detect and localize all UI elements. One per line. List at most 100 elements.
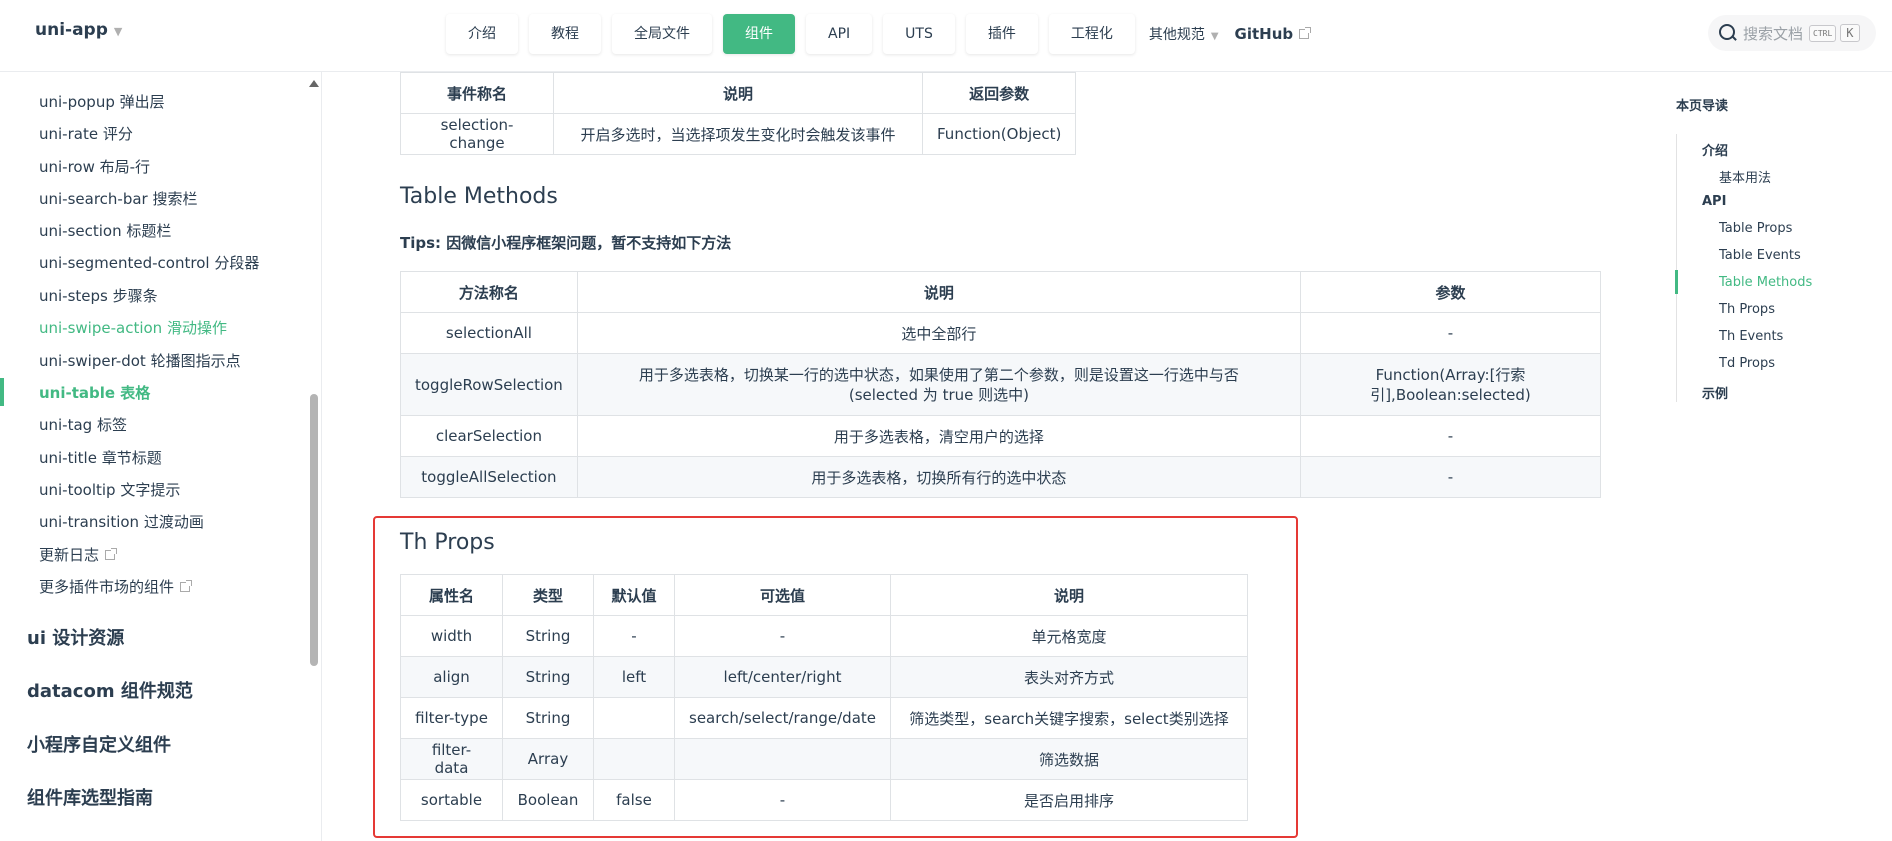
sidebar-item-uni-search-bar[interactable]: uni-search-bar 搜索栏 [39, 188, 197, 209]
table-cell: 用于多选表格，切换所有行的选中状态 [576, 456, 1302, 498]
table-cell: 开启多选时，当选择项发生变化时会触发该事件 [553, 113, 923, 155]
nav-item-intro[interactable]: 介绍 [446, 14, 518, 54]
section-heading-table-methods: Table Methods [400, 184, 558, 209]
table-header-row: 属性名 类型 默认值 可选值 说明 [400, 574, 1248, 616]
table-row: toggleAllSelection 用于多选表格，切换所有行的选中状态 - [400, 456, 1601, 498]
table-header-cell: 参数 [1300, 271, 1601, 313]
nav-item-global-files[interactable]: 全局文件 [612, 14, 712, 54]
nav-item-plugins[interactable]: 插件 [965, 14, 1038, 54]
kbd-ctrl: CTRL [1809, 24, 1837, 42]
nav-item-uts[interactable]: UTS [883, 14, 955, 54]
outline-item-th-props[interactable]: Th Props [1719, 302, 1775, 317]
table-header-cell: 说明 [890, 574, 1248, 616]
nav-item-api[interactable]: API [806, 14, 873, 54]
table-cell: - [674, 779, 891, 821]
sidebar-item-uni-swiper-dot[interactable]: uni-swiper-dot 轮播图指示点 [39, 350, 241, 371]
table-row: filter-type String search/select/range/d… [400, 697, 1248, 739]
table-cell: - [1300, 415, 1601, 457]
table-header-row: 方法称名 说明 参数 [400, 271, 1601, 313]
events-table: 事件称名 说明 返回参数 selection-change 开启多选时，当选择项… [400, 72, 1077, 155]
sidebar-item-uni-rate[interactable]: uni-rate 评分 [39, 123, 133, 144]
top-navbar: uni-app ▼ 介绍 教程 全局文件 组件 API UTS 插件 工程化 其他… [0, 0, 1892, 72]
table-cell [593, 697, 675, 739]
outline-item-td-props[interactable]: Td Props [1719, 356, 1775, 371]
nav-item-components[interactable]: 组件 [723, 14, 795, 54]
main-content: 事件称名 说明 返回参数 selection-change 开启多选时，当选择项… [322, 72, 1642, 841]
table-header-cell: 返回参数 [921, 72, 1077, 114]
nav-item-github[interactable]: GitHub [1234, 25, 1312, 43]
nav-item-engineering[interactable]: 工程化 [1048, 14, 1135, 54]
sidebar-item-uni-popup[interactable]: uni-popup 弹出层 [39, 91, 165, 112]
sidebar-item-uni-transition[interactable]: uni-transition 过渡动画 [39, 511, 204, 532]
brand-name: uni-app [35, 20, 108, 40]
table-cell: 筛选数据 [890, 738, 1248, 780]
methods-tips: Tips: 因微信小程序框架问题，暂不支持如下方法 [400, 234, 732, 252]
outline-item-basic-usage[interactable]: 基本用法 [1719, 167, 1771, 186]
table-cell: Boolean [502, 779, 594, 821]
outline-track [1676, 134, 1677, 402]
outline-item-table-events[interactable]: Table Events [1719, 248, 1801, 263]
outline-item-example[interactable]: 示例 [1702, 383, 1728, 402]
table-cell: 用于多选表格，切换某一行的选中状态，如果使用了第二个参数，则是设置这一行选中与否… [576, 353, 1302, 416]
sidebar-item-uni-tooltip[interactable]: uni-tooltip 文字提示 [39, 479, 180, 500]
brand-menu[interactable]: uni-app ▼ [35, 20, 122, 40]
external-link-icon [1299, 27, 1312, 39]
sidebar-group-ui-design[interactable]: ui 设计资源 [27, 624, 124, 650]
sidebar-group-miniprogram-components[interactable]: 小程序自定义组件 [27, 731, 171, 757]
table-cell: selection-change [400, 113, 554, 155]
table-header-cell: 说明 [553, 72, 923, 114]
external-link-icon [105, 548, 118, 560]
table-header-cell: 事件称名 [400, 72, 554, 114]
table-cell: 选中全部行 [576, 312, 1302, 354]
table-cell: left/center/right [674, 656, 891, 698]
nav-item-other-specs[interactable]: 其他规范 ▼ [1149, 24, 1219, 44]
table-row: clearSelection 用于多选表格，清空用户的选择 - [400, 415, 1601, 457]
table-cell: 是否启用排序 [890, 779, 1248, 821]
external-link-icon [180, 580, 193, 592]
sidebar-active-indicator [0, 378, 4, 406]
outline-item-table-methods[interactable]: Table Methods [1719, 275, 1812, 290]
sidebar-item-uni-row[interactable]: uni-row 布局-行 [39, 156, 150, 177]
nav-github-label: GitHub [1234, 25, 1294, 43]
sidebar-item-uni-tag[interactable]: uni-tag 标签 [39, 414, 127, 435]
outline-item-api[interactable]: API [1702, 194, 1726, 209]
outline-item-table-props[interactable]: Table Props [1719, 221, 1792, 236]
sidebar-item-uni-steps[interactable]: uni-steps 步骤条 [39, 285, 158, 306]
sidebar-item-more-plugins[interactable]: 更多插件市场的组件 [39, 576, 193, 597]
chevron-down-icon: ▼ [1210, 31, 1219, 42]
nav-item-tutorial[interactable]: 教程 [529, 14, 601, 54]
sidebar-group-datacom[interactable]: datacom 组件规范 [27, 677, 193, 703]
table-row: selection-change 开启多选时，当选择项发生变化时会触发该事件 F… [400, 113, 1077, 155]
sidebar-item-changelog[interactable]: 更新日志 [39, 544, 118, 565]
sidebar-item-uni-swipe-action[interactable]: uni-swipe-action 滑动操作 [39, 317, 227, 338]
table-cell: Function(Array:[行索引],Boolean:selected) [1300, 353, 1601, 416]
table-row: selectionAll 选中全部行 - [400, 312, 1601, 354]
table-cell: - [674, 615, 891, 657]
sidebar-group-component-selection[interactable]: 组件库选型指南 [27, 784, 153, 810]
table-cell: left [593, 656, 675, 698]
table-cell: - [1300, 312, 1601, 354]
sidebar-item-uni-section[interactable]: uni-section 标题栏 [39, 220, 171, 241]
search-button[interactable]: 搜索文档 CTRL K [1708, 15, 1876, 51]
table-header-row: 事件称名 说明 返回参数 [400, 72, 1077, 114]
outline-item-th-events[interactable]: Th Events [1719, 329, 1783, 344]
kbd-k: K [1840, 24, 1860, 42]
table-row: toggleRowSelection 用于多选表格，切换某一行的选中状态，如果使… [400, 353, 1601, 416]
sidebar-item-uni-table[interactable]: uni-table 表格 [39, 382, 150, 403]
chevron-down-icon: ▼ [113, 25, 123, 38]
outline-item-intro[interactable]: 介绍 [1702, 140, 1728, 159]
sidebar-scrollbar-thumb[interactable] [310, 394, 318, 666]
scroll-up-arrow-icon[interactable] [309, 80, 319, 87]
page-outline: 本页导读 介绍 基本用法 API Table Props Table Event… [1642, 72, 1892, 841]
nav-links: 介绍 教程 全局文件 组件 API UTS 插件 工程化 其他规范 ▼ GitHu… [446, 14, 1312, 54]
table-cell: clearSelection [400, 415, 578, 457]
table-cell: String [502, 656, 594, 698]
table-cell [593, 738, 675, 780]
th-props-table: 属性名 类型 默认值 可选值 说明 width String - - 单元格宽度… [400, 574, 1248, 821]
sidebar-item-uni-segmented-control[interactable]: uni-segmented-control 分段器 [39, 252, 259, 273]
table-cell: - [593, 615, 675, 657]
sidebar-item-uni-title[interactable]: uni-title 章节标题 [39, 447, 162, 468]
table-cell: Array [502, 738, 594, 780]
table-row: sortable Boolean false - 是否启用排序 [400, 779, 1248, 821]
table-header-cell: 默认值 [593, 574, 675, 616]
